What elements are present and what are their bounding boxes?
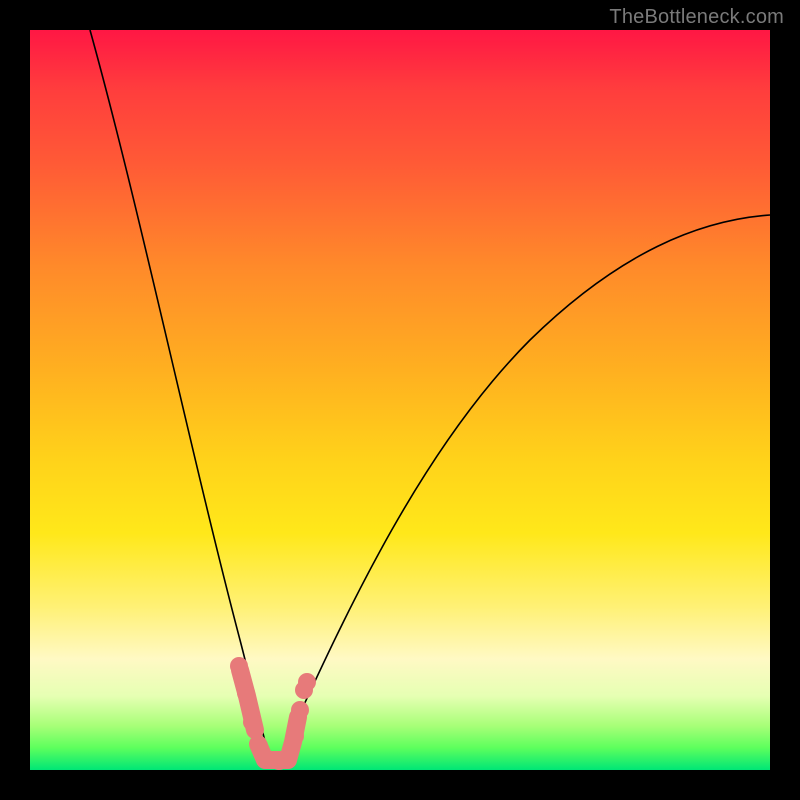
curve-right-branch — [277, 215, 770, 763]
curve-left-branch — [90, 30, 270, 762]
chart-frame: TheBottleneck.com — [0, 0, 800, 800]
marker-dot — [280, 747, 298, 765]
marker-dot — [286, 727, 304, 745]
marker-dot — [237, 684, 255, 702]
marker-dot — [298, 673, 316, 691]
bottleneck-curve — [30, 30, 770, 770]
marker-dot — [291, 701, 309, 719]
plot-area — [30, 30, 770, 770]
watermark-text: TheBottleneck.com — [609, 6, 784, 29]
marker-dot — [243, 713, 261, 731]
marker-dot — [230, 657, 248, 675]
